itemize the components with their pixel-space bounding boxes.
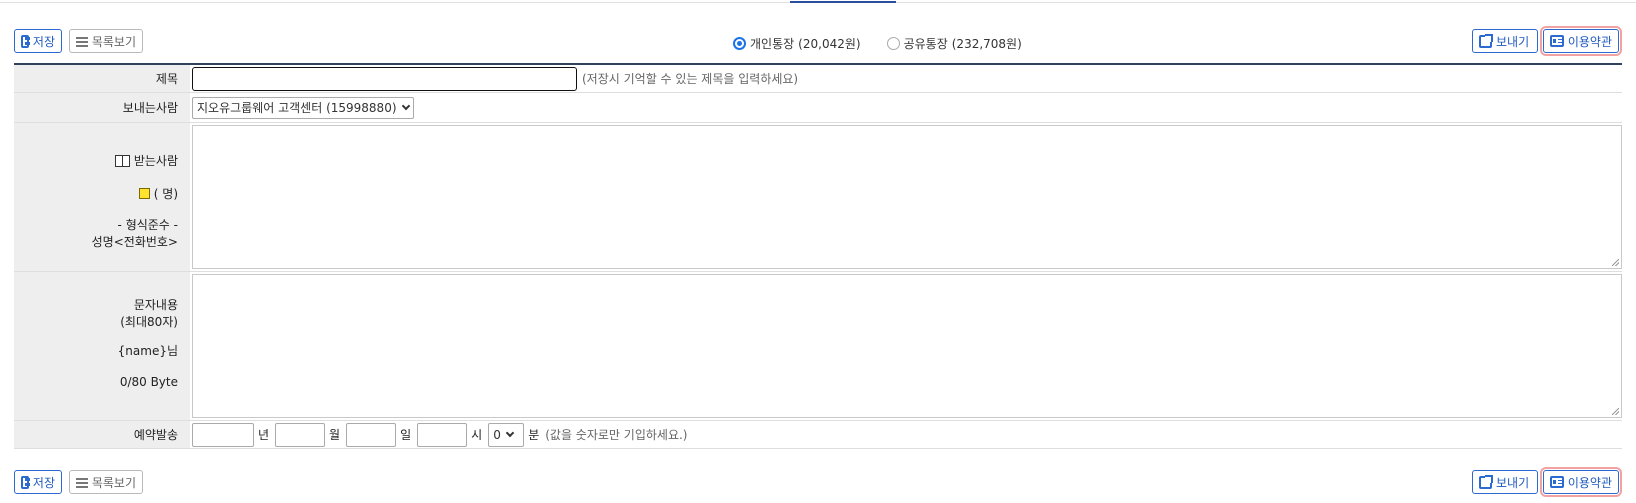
reserve-year-input[interactable] [192,422,254,447]
radio-selected-icon [733,37,746,50]
save-label: 저장 [32,34,55,49]
byte-counter: 0/80 Byte [119,374,178,389]
account-shared-radio[interactable]: 공유통장 (232,708원) [886,35,1022,52]
share-icon [1479,474,1493,489]
save-icon [21,34,30,48]
message-label: 문자내용 [133,297,178,312]
radio-unselected-icon [886,37,900,50]
list-button-top[interactable]: 목록보기 [69,29,143,53]
title-input[interactable] [192,66,577,91]
address-book-icon[interactable] [114,154,130,167]
sender-label: 보내는사람 [14,93,190,122]
minute-unit: 분 [528,428,540,442]
active-tab-indicator [790,1,896,3]
month-unit: 월 [329,428,341,442]
day-unit: 일 [400,428,412,442]
note-icon [138,188,150,199]
recipients-label: 받는사람 [133,154,178,168]
account-selector: 개인통장 (20,042원) 공유통장 (232,708원) [733,35,1022,52]
save-icon [21,475,30,489]
message-textarea[interactable] [192,274,1622,418]
send-button-bottom[interactable]: 보내기 [1472,470,1538,494]
row-recipients: 받는사람 ( 명) - 형식준수 - 성명<전화번호> [14,123,1622,272]
save-button-bottom[interactable]: 저장 [14,470,62,494]
chevron-down-icon [401,101,410,111]
terms-button-top[interactable]: 이용약관 [1540,26,1622,56]
row-message: 문자내용 (최대80자) {name}님 0/80 Byte [14,272,1622,421]
format-rule-label: - 형식준수 - [117,218,178,232]
list-icon [76,35,88,48]
account-personal-label: 개인통장 [750,37,795,51]
list-label: 목록보기 [91,475,136,490]
recipients-label-cell: 받는사람 ( 명) - 형식준수 - 성명<전화번호> [14,123,190,271]
message-limit: (최대80자) [120,314,178,329]
send-button-top[interactable]: 보내기 [1472,29,1538,53]
id-card-icon [1550,476,1564,488]
name-placeholder-button[interactable]: {name}님 [118,342,178,359]
sender-select-value: 지오유그룹웨어 고객센터 (15998880) [197,101,397,115]
recipients-textarea[interactable] [192,125,1622,269]
share-icon [1479,33,1493,48]
row-reserve: 예약발송 년 월 일 시 0 분 (값을 숫자로만 기입하세요.) [14,421,1622,449]
hour-unit: 시 [471,428,483,442]
terms-label: 이용약관 [1567,34,1612,49]
save-button-top[interactable]: 저장 [14,29,62,53]
sender-select[interactable]: 지오유그룹웨어 고객센터 (15998880) [192,96,414,119]
format-example: 성명<전화번호> [91,235,178,249]
account-personal-radio[interactable]: 개인통장 (20,042원) [733,35,861,52]
terms-button-bottom[interactable]: 이용약관 [1540,467,1622,497]
save-label: 저장 [32,475,55,490]
minute-select-value: 0 [493,427,501,442]
chevron-down-icon [505,428,515,438]
account-shared-label: 공유통장 [903,37,948,51]
message-label-cell: 문자내용 (최대80자) {name}님 0/80 Byte [14,272,190,420]
reserve-month-input[interactable] [275,422,326,447]
terms-label: 이용약관 [1567,475,1612,490]
reserve-hint: (값을 숫자로만 기입하세요.) [545,428,688,442]
reserve-day-input[interactable] [346,422,397,447]
title-label: 제목 [14,65,190,92]
year-unit: 년 [258,428,270,442]
account-shared-amount: (232,708원) [951,37,1022,51]
id-card-icon [1550,35,1564,47]
send-label: 보내기 [1496,34,1530,49]
reserve-hour-input[interactable] [417,422,468,447]
row-sender: 보내는사람 지오유그룹웨어 고객센터 (15998880) [14,93,1622,123]
sms-form: 제목 (저장시 기억할 수 있는 제목을 입력하세요) 보내는사람 지오유그룹웨… [14,63,1622,449]
row-title: 제목 (저장시 기억할 수 있는 제목을 입력하세요) [14,65,1622,93]
reserve-minute-select[interactable]: 0 [488,422,525,447]
title-hint: (저장시 기억할 수 있는 제목을 입력하세요) [582,72,799,86]
list-label: 목록보기 [91,34,136,49]
list-icon [76,476,88,489]
recipients-count: ( 명) [153,187,178,201]
list-button-bottom[interactable]: 목록보기 [69,470,143,494]
send-label: 보내기 [1496,475,1530,490]
account-personal-amount: (20,042원) [798,37,861,51]
reserve-label: 예약발송 [14,421,190,448]
